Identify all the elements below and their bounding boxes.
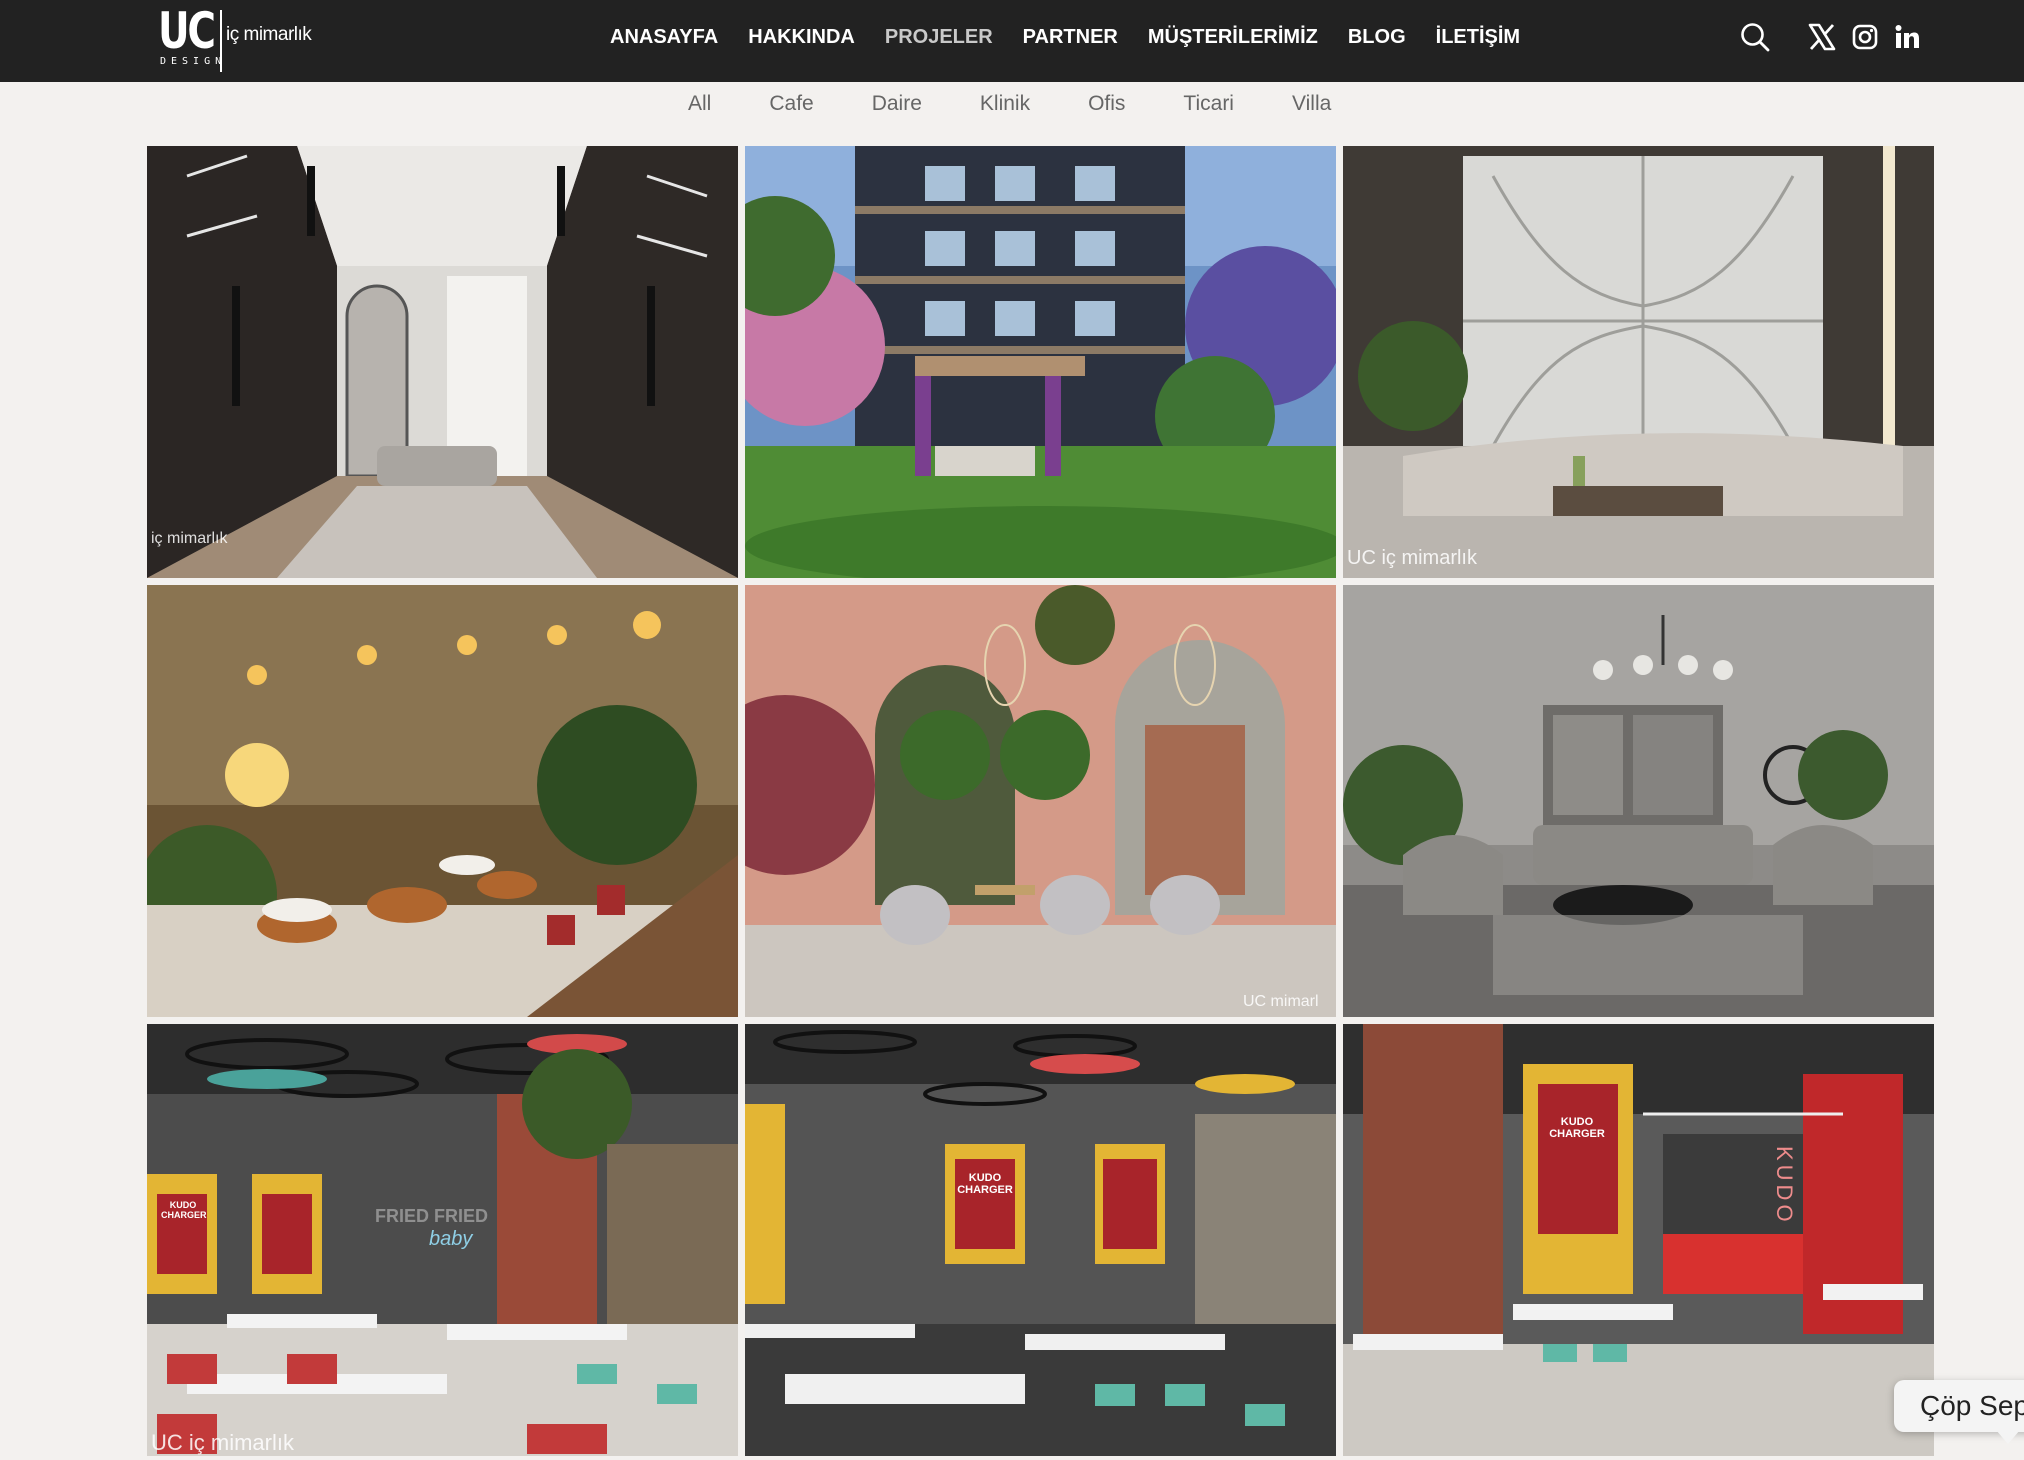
main-nav: ANASAYFA HAKKINDA PROJELER PARTNER MÜŞTE…	[610, 0, 1550, 74]
kudo-restaurant-2-image	[745, 1024, 1336, 1456]
tile-watermark: UC iç mimarlık	[1347, 547, 1477, 569]
building-image	[745, 146, 1336, 578]
logo-sub: DESIGN	[160, 56, 227, 67]
nav-item-projeler[interactable]: PROJELER	[885, 26, 993, 49]
filter-all[interactable]: All	[688, 92, 711, 116]
neon-sign: KUDO	[1772, 1146, 1797, 1226]
tile-watermark: iç mimarlık	[151, 530, 228, 547]
project-tile-kudo-restaurant-2[interactable]: KUDO CHARGER	[745, 1024, 1336, 1456]
poster-label: KUDO CHARGER	[957, 1172, 1013, 1196]
project-gallery: iç mimarlık UC iç mimarlık UC mimarl FRI…	[147, 146, 1935, 1460]
tile-watermark: UC iç mimarlık	[151, 1430, 294, 1455]
project-tile-walk-in-closet[interactable]: iç mimarlık	[147, 146, 738, 578]
logo-tagline: iç mimarlık	[226, 24, 312, 45]
project-tile-residential-building[interactable]	[745, 146, 1336, 578]
cafe-image	[147, 585, 738, 1017]
restaurant-sign: FRIED FRIED	[375, 1206, 489, 1226]
kudo-restaurant-3-image	[1343, 1024, 1934, 1456]
nav-item-hakkinda[interactable]: HAKKINDA	[748, 26, 855, 49]
top-navigation-bar: UC DESIGN iç mimarlık ANASAYFA HAKKINDA …	[0, 0, 2024, 82]
nav-item-anasayfa[interactable]: ANASAYFA	[610, 26, 718, 49]
site-logo[interactable]: UC DESIGN iç mimarlık	[158, 6, 318, 72]
nav-item-partner[interactable]: PARTNER	[1023, 26, 1118, 49]
search-icon[interactable]	[1740, 22, 1770, 52]
header-icons	[1740, 18, 1920, 56]
pink-cafe-image	[745, 585, 1336, 1017]
project-tile-marble-living-room[interactable]: UC iç mimarlık	[1343, 146, 1934, 578]
logo-mark: UC	[158, 2, 216, 60]
filter-daire[interactable]: Daire	[872, 92, 922, 116]
tile-watermark: UC mimarl	[1243, 993, 1319, 1010]
project-tile-cafe-pink-arches[interactable]: UC mimarl	[745, 585, 1336, 1017]
nav-item-iletisim[interactable]: İLETİŞİM	[1436, 26, 1520, 49]
project-tile-grey-living-room[interactable]	[1343, 585, 1934, 1017]
filter-villa[interactable]: Villa	[1292, 92, 1331, 116]
filter-ticari[interactable]: Ticari	[1183, 92, 1234, 116]
restaurant-sign-script: baby	[429, 1228, 473, 1250]
logo-divider	[220, 10, 222, 72]
living-room-image	[1343, 146, 1934, 578]
filter-klinik[interactable]: Klinik	[980, 92, 1030, 116]
category-filter-bar: All Cafe Daire Klinik Ofis Ticari Villa	[688, 88, 1389, 120]
poster-label: KUDO CHARGER	[1549, 1116, 1605, 1140]
grey-room-image	[1343, 585, 1934, 1017]
closet-image	[147, 146, 738, 578]
nav-item-blog[interactable]: BLOG	[1348, 26, 1406, 49]
instagram-icon[interactable]	[1852, 24, 1878, 50]
poster-label: KUDO CHARGER	[161, 1200, 207, 1220]
x-twitter-icon[interactable]	[1808, 23, 1836, 51]
floating-chat-bubble[interactable]: Çöp Sep	[1894, 1380, 2024, 1432]
chat-bubble-label: Çöp Sep	[1920, 1390, 2024, 1421]
project-tile-cafe-warm-lights[interactable]	[147, 585, 738, 1017]
project-tile-kudo-restaurant-1[interactable]: FRIED FRIED baby KUDO CHARGER UC iç mima…	[147, 1024, 738, 1456]
linkedin-icon[interactable]	[1894, 24, 1920, 50]
filter-ofis[interactable]: Ofis	[1088, 92, 1125, 116]
project-tile-kudo-restaurant-3[interactable]: KUDO CHARGER KUDO	[1343, 1024, 1934, 1456]
filter-cafe[interactable]: Cafe	[769, 92, 813, 116]
chat-bubble-tail	[1996, 1430, 2020, 1444]
nav-item-musterilerimiz[interactable]: MÜŞTERİLERİMİZ	[1148, 26, 1318, 49]
